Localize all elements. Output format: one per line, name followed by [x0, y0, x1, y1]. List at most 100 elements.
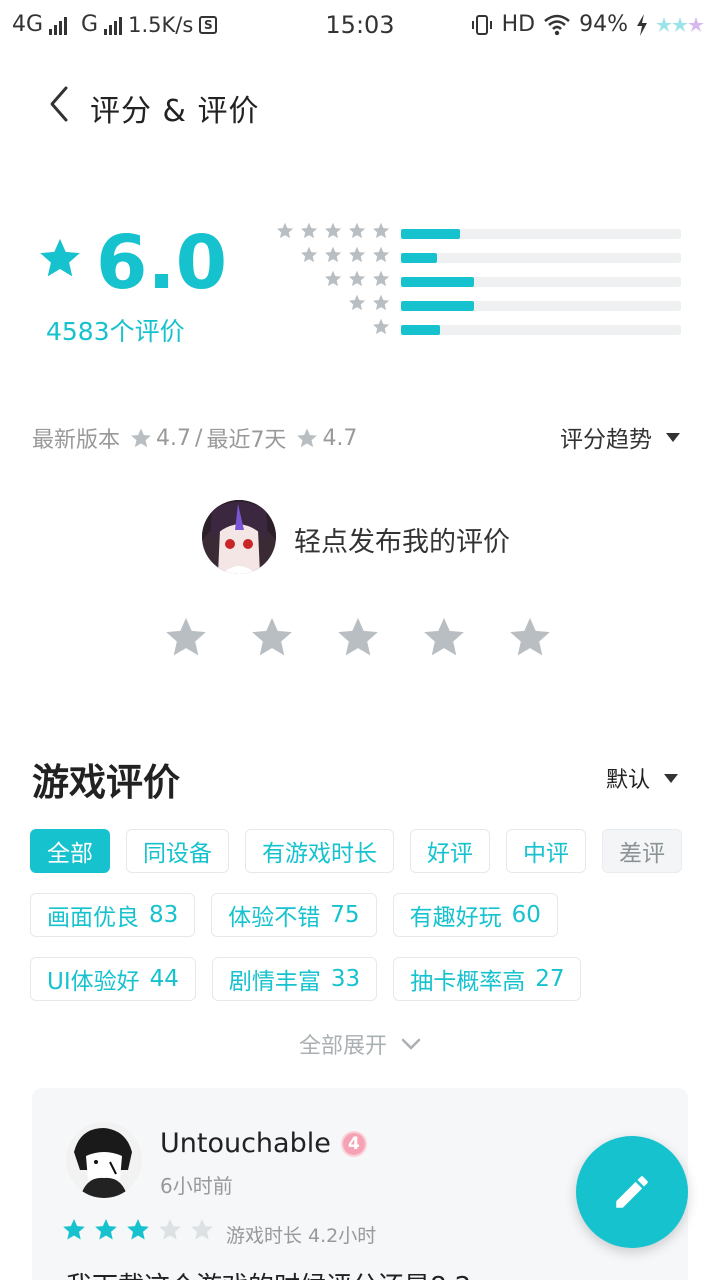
- review-star: [94, 1218, 118, 1246]
- rating-star-3[interactable]: [336, 616, 380, 664]
- reviewer-name-row: Untouchable 4: [160, 1128, 367, 1159]
- star-icon: [348, 270, 366, 292]
- trend-label: 评分趋势: [560, 427, 652, 453]
- reviewer-name[interactable]: Untouchable: [160, 1128, 331, 1159]
- rating-star-1[interactable]: [164, 616, 208, 664]
- tag-chip-label: 有趣好玩: [409, 905, 502, 931]
- star-icon: [40, 238, 80, 277]
- star-icon: [348, 222, 366, 244]
- star-icon: [372, 318, 390, 340]
- expand-label: 全部展开: [298, 1034, 387, 1059]
- star-icon: [348, 246, 366, 268]
- level-badge: 4: [340, 1130, 367, 1157]
- latest-version-score: 4.7: [156, 425, 192, 451]
- distribution-bar-fill: [401, 301, 474, 311]
- filter-chip[interactable]: 中评: [506, 829, 586, 873]
- star-icon: [297, 427, 318, 447]
- tag-chips: 画面优良 83 体验不错 75 有趣好玩 60 UI体验好 44 剧情丰富 33 抽卡概率高 27: [30, 893, 700, 1001]
- reviewer-avatar[interactable]: [66, 1122, 142, 1198]
- wifi-icon: [544, 14, 570, 35]
- tap-to-review-hint[interactable]: 轻点发布我的评价: [294, 520, 510, 559]
- distribution-stars: [300, 246, 390, 268]
- review-text: 我下载这个游戏的时候评分还是8.2: [66, 1266, 471, 1280]
- rating-star-4[interactable]: [422, 616, 466, 664]
- avatar[interactable]: [202, 500, 276, 574]
- rating-trend-dropdown[interactable]: 评分趋势: [560, 420, 680, 454]
- version-scores: 最新版本 4.7 / 最近7天 4.7: [32, 422, 357, 454]
- tag-chip-label: 体验不错: [228, 905, 321, 931]
- tag-chip[interactable]: 剧情丰富 33: [211, 957, 378, 1001]
- tag-chip-label: 剧情丰富: [228, 969, 321, 995]
- back-button[interactable]: [40, 84, 80, 124]
- star-icon: [372, 222, 390, 244]
- distribution-row: [256, 222, 686, 246]
- star-icon: [324, 246, 342, 268]
- vibrate-icon: [471, 14, 492, 35]
- pencil-icon: [616, 1176, 648, 1208]
- filter-chip[interactable]: 好评: [410, 829, 490, 873]
- filter-chip-label: 全部: [47, 841, 93, 867]
- star-icon: [324, 222, 342, 244]
- chevron-left-icon: [50, 86, 68, 122]
- battery-stars-icon: [656, 16, 704, 32]
- write-review-button[interactable]: [576, 1136, 688, 1248]
- tag-chip[interactable]: 画面优良 83: [30, 893, 196, 937]
- distribution-bar-fill: [401, 253, 438, 263]
- review-star: [190, 1218, 214, 1246]
- tag-chip-count: 60: [511, 902, 541, 928]
- distribution-bar-fill: [401, 325, 441, 335]
- rating-star-5[interactable]: [508, 616, 552, 664]
- tag-chip[interactable]: 抽卡概率高 27: [393, 957, 582, 1001]
- battery-level: 94%: [579, 12, 628, 37]
- filter-chip[interactable]: 全部: [30, 829, 110, 873]
- distribution-row: [256, 246, 686, 270]
- star-icon: [300, 246, 318, 268]
- rating-star-2[interactable]: [250, 616, 294, 664]
- tag-chip-count: 75: [330, 902, 360, 928]
- tag-chip-count: 33: [330, 966, 361, 992]
- page-title: 评分 & 评价: [90, 94, 260, 129]
- review-playtime: 游戏时长 4.2小时: [226, 1225, 377, 1247]
- expand-all-button[interactable]: 全部展开: [0, 1028, 720, 1060]
- filter-chip-label: 中评: [523, 841, 569, 867]
- recent-label: 最近7天: [206, 428, 287, 453]
- review-rating-stars: [62, 1218, 214, 1246]
- star-icon: [300, 222, 318, 244]
- caret-down-icon: [664, 773, 678, 783]
- distribution-row: [256, 270, 686, 294]
- filter-chip-label: 差评: [619, 841, 665, 867]
- status-right: HD 94%: [470, 12, 706, 37]
- tag-chip[interactable]: 体验不错 75: [211, 893, 377, 937]
- recent-score: 4.7: [322, 425, 358, 451]
- status-bar: 4G G 1.5K/s S 15:03 HD 94%: [0, 0, 720, 50]
- tag-chip[interactable]: UI体验好 44: [30, 957, 196, 1001]
- distribution-row: [256, 294, 686, 318]
- sort-dropdown[interactable]: 默认: [606, 762, 678, 794]
- filter-chip[interactable]: 差评: [602, 829, 682, 873]
- version-separator: /: [195, 425, 203, 451]
- caret-down-icon: [666, 432, 680, 442]
- filter-chip[interactable]: 同设备: [126, 829, 229, 873]
- tag-chip-count: 27: [535, 966, 565, 992]
- review-star: [158, 1218, 182, 1246]
- tag-chip-count: 44: [149, 966, 179, 992]
- star-icon: [372, 294, 390, 316]
- charging-icon: [637, 13, 647, 36]
- tag-chip-label: 抽卡概率高: [410, 969, 526, 995]
- distribution-stars: [372, 318, 390, 340]
- hd-indicator: HD: [501, 12, 536, 37]
- distribution-bar: [401, 229, 681, 239]
- star-icon: [131, 427, 151, 447]
- filter-chip-label: 好评: [427, 841, 473, 867]
- distribution-bar-fill: [401, 277, 474, 287]
- tag-chip-label: UI体验好: [47, 969, 140, 995]
- tag-chip[interactable]: 有趣好玩 60: [392, 893, 558, 937]
- distribution-bar: [401, 325, 681, 335]
- star-icon: [348, 294, 366, 316]
- rating-distribution: [256, 222, 686, 342]
- filter-chip[interactable]: 有游戏时长: [245, 829, 394, 873]
- review-star: [126, 1218, 150, 1246]
- my-rating-stars: [164, 616, 552, 664]
- distribution-bar: [401, 301, 681, 311]
- tag-chip-count: 83: [149, 902, 179, 928]
